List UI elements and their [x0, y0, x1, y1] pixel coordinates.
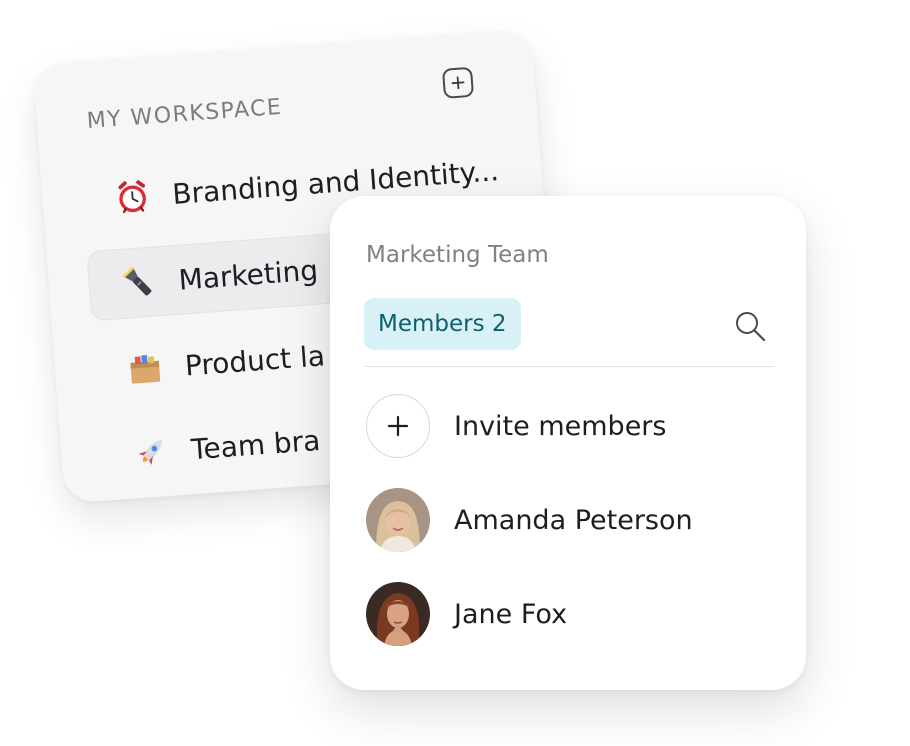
team-name: Marketing Team — [366, 242, 549, 268]
stage: MY WORKSPACE Branding and Identity... Ma… — [0, 0, 910, 746]
workspace-item-label: Team bra — [189, 423, 322, 466]
plus-icon — [387, 415, 409, 437]
members-tab[interactable]: Members 2 — [364, 298, 521, 350]
alarm-clock-icon — [109, 173, 156, 220]
invite-members-label: Invite members — [454, 410, 667, 442]
flashlight-icon — [115, 259, 162, 306]
invite-circle — [366, 394, 430, 458]
avatar — [366, 488, 430, 552]
search-button[interactable] — [730, 306, 770, 346]
plus-icon — [451, 76, 465, 90]
rocket-icon — [128, 429, 175, 476]
box-icon — [122, 345, 169, 392]
member-row[interactable]: Amanda Peterson — [366, 488, 693, 552]
member-name: Jane Fox — [454, 598, 568, 630]
members-popover: Marketing Team Members 2 Invite members — [330, 196, 806, 690]
search-icon — [736, 312, 766, 342]
invite-members-button[interactable]: Invite members — [366, 394, 666, 458]
member-row[interactable]: Jane Fox — [366, 582, 567, 646]
workspace-item-label: Marketing — [177, 253, 320, 297]
workspace-title: MY WORKSPACE — [85, 94, 284, 135]
divider — [364, 366, 774, 367]
member-name: Amanda Peterson — [454, 504, 693, 536]
workspace-item-label: Product la — [183, 338, 326, 382]
avatar — [366, 582, 430, 646]
add-workspace-button[interactable] — [441, 66, 475, 99]
